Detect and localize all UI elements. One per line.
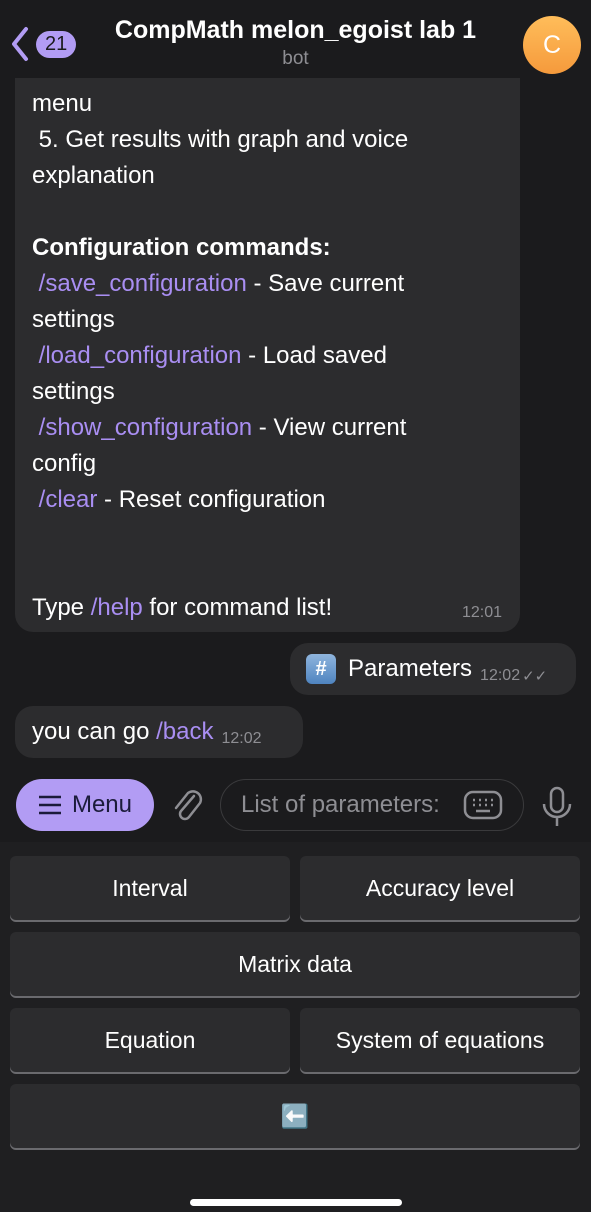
hash-emoji-icon: # (306, 654, 336, 684)
keyboard-button-equation[interactable]: Equation (10, 1008, 290, 1072)
keyboard-icon[interactable] (463, 790, 503, 820)
message-text: Parameters (348, 655, 473, 682)
message-line (32, 554, 503, 590)
message-text: settings (32, 378, 115, 405)
double-check-icon: ✓✓ (522, 668, 548, 685)
message-line: explanation (32, 158, 503, 194)
keyboard-button-matrix-data[interactable]: Matrix data (10, 932, 580, 996)
message-text: - Save current (246, 270, 405, 297)
message-text: settings (32, 306, 115, 333)
message-line: Configuration commands: (32, 230, 503, 266)
hamburger-icon (38, 795, 61, 815)
message-line: settings (32, 374, 503, 410)
message-line: config (32, 446, 503, 482)
message-time: 12:02 (221, 730, 262, 747)
message-text: - Reset configuration (97, 486, 326, 513)
home-indicator (190, 1199, 402, 1206)
message-line: Type /help for command list! (32, 590, 503, 626)
message-line: 5. Get results with graph and voice (32, 122, 503, 158)
command-link[interactable]: /save_configuration (39, 270, 247, 297)
chat-subtitle: bot (282, 48, 309, 69)
command-link[interactable]: /show_configuration (39, 414, 252, 441)
message-text: Configuration commands: (32, 234, 331, 261)
message-text: explanation (32, 162, 155, 189)
message-line: /load_configuration - Load saved (32, 338, 503, 374)
avatar[interactable]: C (523, 16, 581, 74)
input-placeholder: List of parameters: (241, 791, 440, 818)
command-link[interactable]: /help (91, 594, 143, 621)
message-line: /show_configuration - View current (32, 410, 503, 446)
message-text (32, 342, 39, 369)
reply-keyboard: Interval Accuracy level Matrix data Equa… (0, 842, 591, 1212)
command-link[interactable]: /clear (39, 486, 98, 513)
message-text (32, 414, 39, 441)
microphone-icon[interactable] (540, 786, 574, 828)
input-bar: Menu List of parameters: (0, 778, 591, 834)
message-text: menu (32, 90, 93, 117)
attach-icon[interactable] (170, 786, 206, 826)
chat-header: 21 CompMath melon_egoist lab 1 bot C (0, 0, 591, 80)
keyboard-button-back-arrow[interactable]: ⬅️ (10, 1084, 580, 1148)
message-text (32, 486, 39, 513)
message-text: - View current (252, 414, 407, 441)
message-time: 12:02 (480, 667, 521, 684)
message-line (32, 518, 503, 554)
message-text (32, 270, 39, 297)
keyboard-button-interval[interactable]: Interval (10, 856, 290, 920)
keyboard-button-system-of-equations[interactable]: System of equations (300, 1008, 580, 1072)
message-text: Type (32, 594, 91, 621)
message-line: /save_configuration - Save current (32, 266, 503, 302)
menu-button[interactable]: Menu (16, 779, 154, 831)
message-input[interactable]: List of parameters: (220, 779, 524, 831)
message-text: for command list! (142, 594, 333, 621)
bot-message-help: menu 5. Get results with graph and voice… (15, 78, 520, 632)
bot-message-back: you can go /back 12:02 (15, 706, 303, 758)
message-line (32, 194, 503, 230)
message-line: menu (32, 86, 503, 122)
keyboard-button-accuracy-level[interactable]: Accuracy level (300, 856, 580, 920)
menu-label: Menu (71, 791, 133, 818)
command-link[interactable]: /load_configuration (39, 342, 242, 369)
message-time: 12:01 (461, 604, 502, 621)
back-command-link[interactable]: /back (156, 718, 213, 746)
message-line: /clear - Reset configuration (32, 482, 503, 518)
message-line: settings (32, 302, 503, 338)
message-text: config (32, 450, 97, 477)
message-text: - Load saved (241, 342, 387, 369)
message-text: you can go (32, 718, 157, 745)
message-text: 5. Get results with graph and voice (32, 126, 409, 153)
chat-title[interactable]: CompMath melon_egoist lab 1 (0, 16, 591, 45)
user-message: # Parameters 12:02 ✓✓ (290, 643, 576, 695)
